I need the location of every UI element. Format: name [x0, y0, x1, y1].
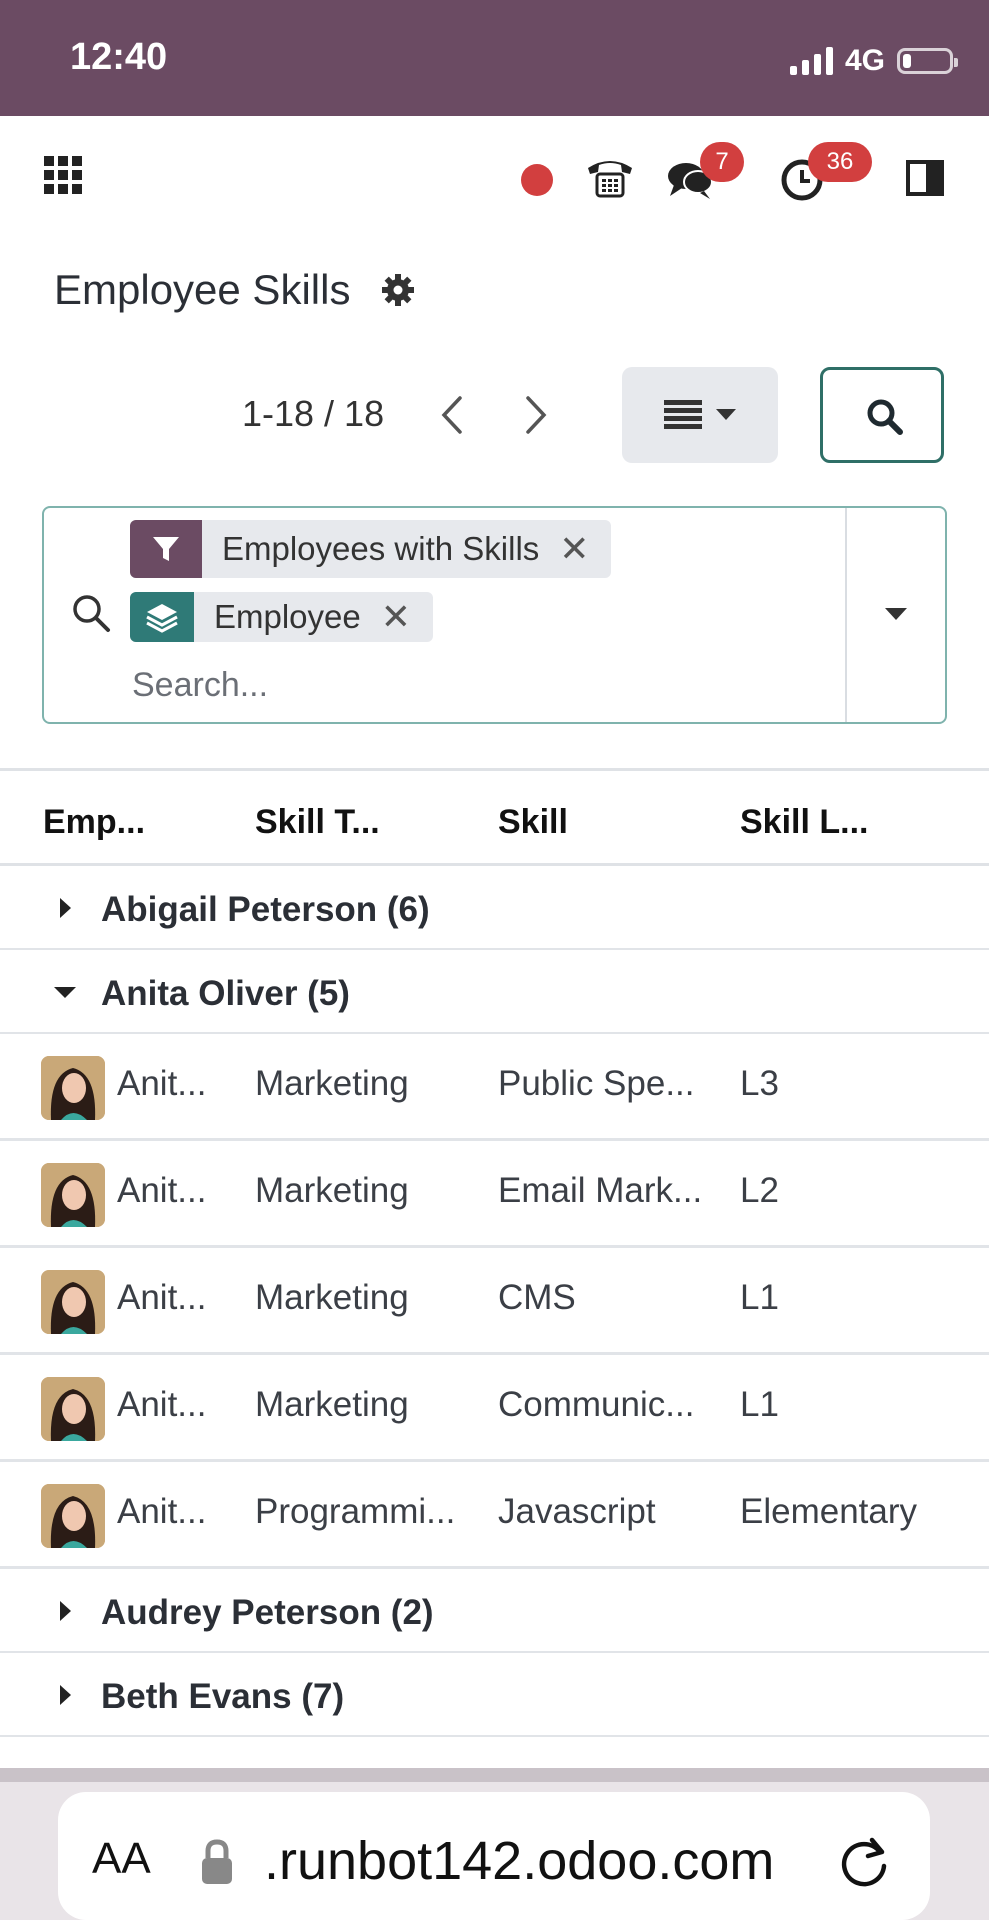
- remove-facet-close-icon[interactable]: ✕: [381, 592, 433, 642]
- browser-address-bar: AA .runbot142.odoo.com: [0, 1768, 989, 1920]
- employee-avatar: [41, 1056, 105, 1120]
- skills-list-table: Emp... Skill T... Skill Skill L... Abiga…: [0, 768, 989, 1737]
- remove-facet-close-icon[interactable]: ✕: [559, 520, 611, 578]
- employee-avatar: [41, 1163, 105, 1227]
- search-icon: [73, 595, 110, 632]
- group-label: Abigail Peterson (6): [101, 890, 430, 929]
- table-row[interactable]: Anit... Marketing CMS L1: [0, 1248, 989, 1355]
- column-header-skill-level[interactable]: Skill L...: [740, 803, 868, 842]
- layers-icon: [130, 592, 194, 642]
- cell-employee: Anit...: [117, 1385, 207, 1424]
- caret-right-icon: [60, 1685, 71, 1705]
- cell-skill: Communic...: [498, 1385, 695, 1424]
- column-header-skill-type[interactable]: Skill T...: [255, 803, 380, 842]
- caret-down-icon: [885, 608, 907, 620]
- list-view-icon: [664, 400, 702, 429]
- cell-employee: Anit...: [117, 1171, 207, 1210]
- cell-skill-level: L2: [740, 1171, 779, 1210]
- chat-count-badge: 7: [700, 142, 744, 182]
- column-header-skill[interactable]: Skill: [498, 803, 568, 842]
- table-row[interactable]: Anit... Marketing Communic... L1: [0, 1355, 989, 1462]
- search-icon: [867, 399, 903, 435]
- page-title: Employee Skills: [54, 266, 351, 313]
- cell-skill: Email Mark...: [498, 1171, 703, 1210]
- search-facet-filter: Employees with Skills ✕: [130, 520, 612, 578]
- url-text: .runbot142.odoo.com: [264, 1831, 775, 1891]
- cell-skill-level: L1: [740, 1385, 779, 1424]
- cell-skill-type: Marketing: [255, 1385, 409, 1424]
- group-label: Anita Oliver (5): [101, 974, 350, 1013]
- search-panel: Employees with Skills ✕ Employee ✕: [42, 506, 947, 724]
- search-options-toggle[interactable]: [845, 508, 945, 722]
- cell-skill-type: Marketing: [255, 1171, 409, 1210]
- caret-down-icon: [716, 409, 736, 420]
- column-header-employee[interactable]: Emp...: [43, 803, 145, 842]
- split-view-icon[interactable]: [906, 160, 944, 196]
- caret-right-icon: [60, 898, 71, 918]
- activity-count-badge: 36: [808, 142, 872, 182]
- text-size-button[interactable]: AA: [92, 1834, 151, 1884]
- group-row[interactable]: Beth Evans (7): [0, 1653, 989, 1737]
- group-row[interactable]: Audrey Peterson (2): [0, 1569, 989, 1653]
- cell-skill: Public Spe...: [498, 1064, 695, 1103]
- top-navbar: 7 36: [0, 116, 989, 236]
- chevron-left-icon[interactable]: [432, 390, 472, 440]
- view-switcher-button[interactable]: [622, 367, 778, 463]
- filter-icon: [130, 520, 202, 578]
- recording-indicator-icon[interactable]: [521, 164, 553, 196]
- facet-label: Employee: [214, 598, 361, 635]
- table-row[interactable]: Anit... Programmi... Javascript Elementa…: [0, 1462, 989, 1569]
- cell-skill-level: Elementary: [740, 1492, 918, 1531]
- group-label: Audrey Peterson (2): [101, 1593, 434, 1632]
- cell-employee: Anit...: [117, 1064, 207, 1103]
- cell-employee: Anit...: [117, 1492, 207, 1531]
- reload-icon[interactable]: [838, 1832, 892, 1890]
- employee-avatar: [41, 1270, 105, 1334]
- table-row[interactable]: Anit... Marketing Public Spe... L3: [0, 1034, 989, 1141]
- cell-skill-type: Marketing: [255, 1278, 409, 1317]
- table-row[interactable]: Anit... Marketing Email Mark... L2: [0, 1141, 989, 1248]
- pager-value[interactable]: 1-18 / 18: [242, 393, 384, 435]
- group-label: Beth Evans (7): [101, 1677, 345, 1716]
- status-indicators: 4G: [789, 44, 958, 78]
- scrolled-content-edge: [0, 1768, 989, 1782]
- lock-icon: [202, 1839, 232, 1884]
- cell-skill-type: Marketing: [255, 1064, 409, 1103]
- cell-skill-level: L1: [740, 1278, 779, 1317]
- cell-skill-type: Programmi...: [255, 1492, 456, 1531]
- facet-label: Employees with Skills: [222, 530, 540, 567]
- cell-skill: CMS: [498, 1278, 576, 1317]
- search-toggle-button[interactable]: [820, 367, 944, 463]
- table-header: Emp... Skill T... Skill Skill L...: [0, 768, 989, 866]
- employee-avatar: [41, 1484, 105, 1548]
- cell-skill: Javascript: [498, 1492, 656, 1531]
- apps-menu-icon[interactable]: [44, 156, 82, 194]
- status-bar: 12:40 4G: [0, 0, 989, 116]
- employee-avatar: [41, 1377, 105, 1441]
- cell-skill-level: L3: [740, 1064, 779, 1103]
- gear-icon[interactable]: [380, 272, 416, 308]
- network-type: 4G: [844, 44, 885, 77]
- group-row[interactable]: Anita Oliver (5): [0, 950, 989, 1034]
- search-input[interactable]: [130, 656, 694, 714]
- chevron-right-icon[interactable]: [516, 390, 556, 440]
- status-time: 12:40: [70, 36, 168, 78]
- phone-icon[interactable]: [584, 152, 636, 200]
- battery-icon: [897, 48, 958, 74]
- signal-icon: [789, 47, 833, 75]
- url-field[interactable]: AA .runbot142.odoo.com: [58, 1792, 930, 1920]
- caret-right-icon: [60, 1601, 71, 1621]
- cell-employee: Anit...: [117, 1278, 207, 1317]
- group-row[interactable]: Abigail Peterson (6): [0, 866, 989, 950]
- search-facet-groupby: Employee ✕: [130, 592, 433, 642]
- caret-down-icon: [54, 987, 76, 998]
